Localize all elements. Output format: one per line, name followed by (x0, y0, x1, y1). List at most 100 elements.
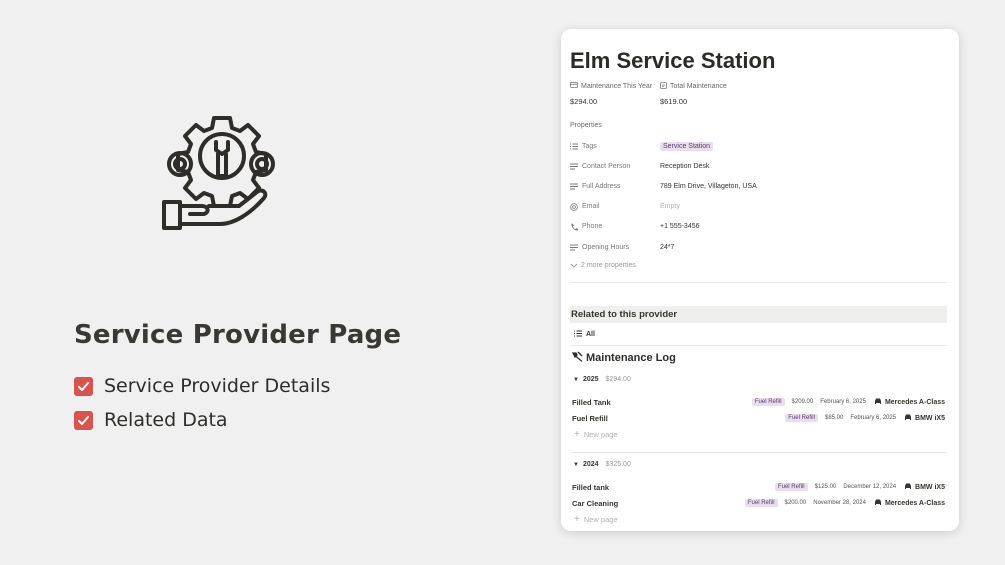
database-title[interactable]: Maintenance Log (571, 351, 676, 365)
car-label: BMW iX5 (915, 414, 945, 422)
properties-heading: Properties (570, 122, 602, 129)
car-label: Mercedes A-Class (884, 499, 945, 507)
property-row-full-address[interactable]: Full Address 789 Elm Drive, Villageton, … (570, 176, 950, 196)
rollup-value: $619.00 (660, 97, 688, 106)
group-header-2024[interactable]: ▼ 2024 $325.00 (573, 461, 631, 468)
rollup-maintenance-this-year[interactable]: Maintenance This Year $294.00 (570, 81, 660, 106)
hammer-wrench-icon (571, 351, 583, 365)
checkbox-checked-icon (74, 410, 93, 430)
property-name: Full Address (582, 182, 621, 190)
tag-badge: Fuel Refill (774, 483, 808, 491)
checklist-label: Service Provider Details (104, 375, 331, 397)
new-page-button[interactable]: + New page (574, 514, 618, 525)
entry-date: February 6, 2025 (820, 399, 866, 405)
notion-page-card: Elm Service Station Maintenance This Yea… (561, 29, 959, 531)
checklist-item: Related Data (74, 403, 330, 437)
car-label: Mercedes A-Class (884, 398, 945, 406)
phone-icon (570, 223, 580, 231)
entry-name[interactable]: Filled Tank (572, 398, 752, 407)
list-icon (570, 143, 580, 150)
table-row[interactable]: Filled Tank Fuel Refill $209.00 February… (572, 395, 945, 409)
entry-amount: $125.00 (814, 484, 837, 490)
page-title[interactable]: Elm Service Station (570, 48, 775, 74)
tag-badge: Fuel Refill (751, 398, 785, 406)
tag-badge: Fuel Refill (785, 414, 818, 422)
entry-name[interactable]: Filled tank (572, 483, 775, 492)
property-name: Opening Hours (582, 243, 630, 251)
property-name: Email (582, 203, 600, 211)
view-tab-label: All (586, 331, 595, 338)
property-row-opening-hours[interactable]: Opening Hours 24*7 (570, 237, 950, 257)
triangle-down-icon: ▼ (573, 376, 579, 383)
entry-car[interactable]: BMW iX5 (904, 414, 945, 423)
property-name: Contact Person (582, 162, 631, 170)
car-icon (904, 414, 912, 423)
new-page-label: New page (583, 430, 618, 439)
entry-car[interactable]: Mercedes A-Class (874, 398, 945, 407)
group-header-2025[interactable]: ▼ 2025 $294.00 (573, 376, 631, 383)
more-properties-label: 2 more properties (581, 262, 636, 269)
group-sum: $325.00 (605, 461, 631, 468)
entry-date: February 6, 2025 (850, 415, 897, 421)
promo-checklist: Service Provider Details Related Data (74, 369, 330, 437)
property-row-contact-person[interactable]: Contact Person Reception Desk (570, 156, 950, 176)
property-value[interactable]: 24*7 (660, 244, 674, 251)
new-page-label: New page (583, 515, 618, 524)
property-row-tags[interactable]: Tags Service Station (570, 136, 950, 156)
plus-icon: + (574, 429, 580, 440)
tag-badge[interactable]: Service Station (660, 141, 714, 151)
rollup-value: $294.00 (570, 97, 598, 106)
entry-car[interactable]: Mercedes A-Class (874, 499, 945, 508)
more-properties-toggle[interactable]: 2 more properties (570, 262, 636, 269)
entry-name[interactable]: Fuel Refill (572, 414, 785, 423)
property-row-phone[interactable]: Phone +1 555-3456 (570, 217, 950, 237)
rollup-total-maintenance[interactable]: Total Maintenance $619.00 (660, 81, 750, 106)
entry-date: November 28, 2024 (813, 500, 866, 506)
entry-amount: $200.00 (784, 500, 807, 506)
entry-date: December 12, 2024 (843, 484, 897, 490)
divider (570, 282, 947, 283)
table-row[interactable]: Car Cleaning Fuel Refill $200.00 Novembe… (572, 496, 945, 510)
car-icon (874, 499, 882, 508)
divider (570, 345, 947, 346)
property-value[interactable]: +1 555-3456 (660, 223, 700, 230)
property-value-empty[interactable]: Empty (660, 203, 680, 210)
checklist-item: Service Provider Details (74, 369, 330, 403)
database-title-label: Maintenance Log (586, 352, 676, 364)
text-icon (570, 183, 580, 190)
property-row-email[interactable]: Email Empty (570, 197, 950, 217)
car-icon (904, 483, 912, 492)
table-row[interactable]: Fuel Refill Fuel Refill $85.00 February … (572, 411, 945, 425)
promo-title: Service Provider Page (74, 320, 402, 350)
entry-car[interactable]: BMW iX5 (904, 483, 945, 492)
at-icon (570, 202, 580, 211)
view-tab-all[interactable]: All (574, 330, 595, 339)
entry-name[interactable]: Car Cleaning (572, 499, 745, 508)
group-year: 2024 (582, 461, 599, 468)
car-icon (874, 398, 882, 407)
triangle-down-icon: ▼ (573, 461, 579, 468)
property-name: Phone (582, 223, 603, 231)
wallet-icon (570, 82, 578, 90)
entry-amount: $209.00 (791, 399, 814, 405)
table-row[interactable]: Filled tank Fuel Refill $125.00 December… (572, 480, 945, 494)
text-icon (570, 163, 580, 170)
gear-hand-icon (162, 116, 275, 230)
group-year: 2025 (582, 376, 599, 383)
property-name: Tags (582, 142, 597, 150)
rollup-label: Total Maintenance (670, 82, 727, 90)
property-value[interactable]: 789 Elm Drive, Villageton, USA (660, 183, 757, 190)
entry-amount: $85.00 (824, 415, 844, 421)
car-label: BMW iX5 (915, 483, 945, 491)
rollup-properties: Maintenance This Year $294.00 Total Main… (570, 81, 750, 106)
checklist-label: Related Data (104, 409, 228, 431)
chevron-down-icon (570, 263, 578, 268)
receipt-icon (660, 81, 667, 91)
divider (570, 452, 947, 453)
plus-icon: + (574, 514, 580, 525)
new-page-button[interactable]: + New page (574, 429, 618, 440)
rollup-label: Maintenance This Year (581, 82, 653, 90)
property-value[interactable]: Reception Desk (660, 163, 709, 170)
tag-badge: Fuel Refill (744, 499, 778, 507)
related-heading: Related to this provider (570, 306, 947, 323)
